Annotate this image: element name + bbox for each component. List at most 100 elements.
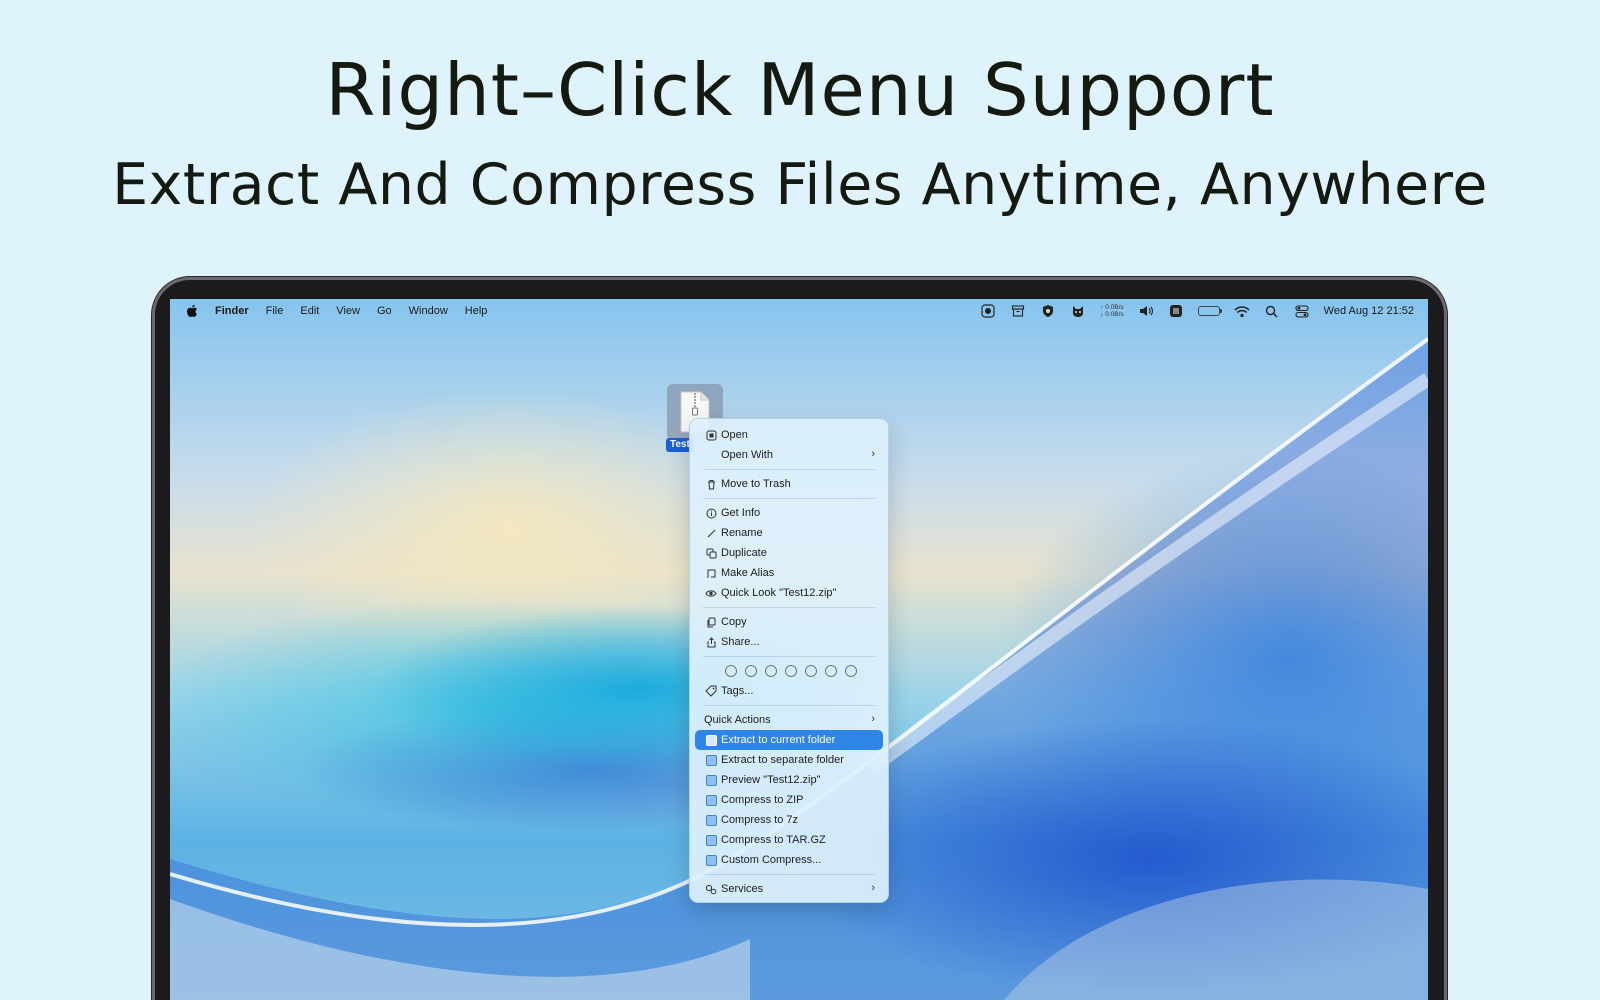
tag-dot[interactable]: [725, 665, 737, 677]
menu-file[interactable]: File: [266, 305, 284, 317]
menu-item-copy[interactable]: Copy: [695, 612, 883, 632]
menu-view[interactable]: View: [336, 305, 360, 317]
menu-finder[interactable]: Finder: [215, 305, 249, 317]
menu-item-open-with[interactable]: Open With ›: [695, 445, 883, 465]
chevron-right-icon: ›: [871, 713, 875, 725]
menu-item-extract-separate-folder[interactable]: Extract to separate folder: [695, 750, 883, 770]
menu-bar: Finder File Edit View Go Window Help ↑ 0…: [170, 299, 1428, 323]
screen-record-icon[interactable]: [980, 303, 996, 319]
menu-item-compress-zip[interactable]: Compress to ZIP: [695, 790, 883, 810]
menu-separator: [703, 607, 875, 608]
menu-item-share[interactable]: Share...: [695, 632, 883, 652]
network-speed: ↑ 0.0B/s ↓ 0.0B/s: [1100, 304, 1123, 318]
headline-title: Right–Click Menu Support: [325, 48, 1275, 132]
control-center-icon[interactable]: [1294, 303, 1310, 319]
gears-icon: [705, 883, 717, 895]
menu-help[interactable]: Help: [465, 305, 488, 317]
copy-icon: [705, 616, 717, 628]
menu-item-label: Custom Compress...: [721, 854, 822, 866]
tag-icon: [705, 685, 717, 697]
duplicate-icon: [705, 547, 717, 559]
shield-icon[interactable]: [1040, 303, 1056, 319]
menu-item-label: Preview "Test12.zip": [721, 774, 821, 786]
menu-item-label: Services: [721, 883, 764, 895]
battery-icon[interactable]: [1197, 306, 1222, 316]
alias-icon: [705, 567, 717, 579]
menu-item-duplicate[interactable]: Duplicate: [695, 543, 883, 563]
search-icon[interactable]: [1264, 303, 1280, 319]
volume-icon[interactable]: [1138, 303, 1154, 319]
menu-go[interactable]: Go: [377, 305, 392, 317]
tag-dot[interactable]: [805, 665, 817, 677]
menu-window[interactable]: Window: [409, 305, 448, 317]
menu-item-label: Get Info: [721, 507, 761, 519]
tag-dot[interactable]: [845, 665, 857, 677]
trash-icon: [705, 478, 717, 490]
menu-item-preview[interactable]: Preview "Test12.zip": [695, 770, 883, 790]
share-icon: [705, 636, 717, 648]
headline-subtitle: Extract And Compress Files Anytime, Anyw…: [112, 152, 1488, 218]
menu-item-move-to-trash[interactable]: Move to Trash: [695, 474, 883, 494]
menu-item-get-info[interactable]: Get Info: [695, 503, 883, 523]
menu-item-label: Move to Trash: [721, 478, 791, 490]
wifi-icon[interactable]: [1234, 303, 1250, 319]
menu-item-label: Tags...: [721, 685, 754, 697]
menu-separator: [703, 656, 875, 657]
menu-separator: [703, 874, 875, 875]
tag-dot[interactable]: [765, 665, 777, 677]
app-tray-icon[interactable]: [1168, 303, 1184, 319]
net-down-speed: ↓ 0.0B/s: [1100, 311, 1124, 318]
menu-item-tags[interactable]: Tags...: [695, 681, 883, 701]
menu-separator: [703, 498, 875, 499]
context-menu: Open Open With › Move to Trash Get Info …: [689, 418, 889, 903]
menu-edit[interactable]: Edit: [300, 305, 319, 317]
laptop-frame: Finder File Edit View Go Window Help ↑ 0…: [152, 277, 1447, 1000]
menu-item-label: Duplicate: [721, 547, 767, 559]
tag-dot[interactable]: [825, 665, 837, 677]
desktop-screen: Finder File Edit View Go Window Help ↑ 0…: [170, 299, 1428, 1000]
menu-separator: [703, 469, 875, 470]
archive-icon[interactable]: [1010, 303, 1026, 319]
tag-dot[interactable]: [785, 665, 797, 677]
menu-item-label: Share...: [721, 636, 760, 648]
menu-item-quick-look[interactable]: Quick Look "Test12.zip": [695, 583, 883, 603]
menu-item-label: Compress to ZIP: [721, 794, 804, 806]
eye-icon: [705, 587, 717, 599]
menu-item-label: Extract to current folder: [721, 734, 836, 746]
menu-item-label: Compress to 7z: [721, 814, 799, 826]
menu-item-label: Open With: [721, 449, 773, 461]
archive-action-icon: [705, 834, 717, 846]
menu-item-compress-targz[interactable]: Compress to TAR.GZ: [695, 830, 883, 850]
menu-item-compress-7z[interactable]: Compress to 7z: [695, 810, 883, 830]
tag-colors-row: [695, 661, 883, 681]
menu-item-label: Copy: [721, 616, 747, 628]
menu-item-quick-actions[interactable]: Quick Actions ›: [695, 710, 883, 730]
archive-action-icon: [705, 754, 717, 766]
archive-action-icon: [705, 794, 717, 806]
menu-item-make-alias[interactable]: Make Alias: [695, 563, 883, 583]
menu-item-extract-current-folder[interactable]: Extract to current folder: [695, 730, 883, 750]
cat-icon[interactable]: [1070, 303, 1086, 319]
menu-item-label: Extract to separate folder: [721, 754, 844, 766]
archive-action-icon: [705, 814, 717, 826]
pencil-icon: [705, 527, 717, 539]
menu-item-open[interactable]: Open: [695, 425, 883, 445]
menu-separator: [703, 705, 875, 706]
menu-item-custom-compress[interactable]: Custom Compress...: [695, 850, 883, 870]
menu-item-label: Compress to TAR.GZ: [721, 834, 826, 846]
menu-item-label: Make Alias: [721, 567, 775, 579]
chevron-right-icon: ›: [871, 882, 875, 894]
menu-item-rename[interactable]: Rename: [695, 523, 883, 543]
menu-item-services[interactable]: Services ›: [695, 879, 883, 899]
archive-action-icon: [705, 734, 717, 746]
apple-icon[interactable]: [186, 304, 198, 318]
menubar-clock[interactable]: Wed Aug 12 21:52: [1324, 305, 1414, 317]
info-icon: [705, 507, 717, 519]
net-up-speed: ↑ 0.0B/s: [1100, 304, 1124, 311]
open-icon: [705, 429, 717, 441]
archive-action-icon: [705, 854, 717, 866]
tag-dot[interactable]: [745, 665, 757, 677]
archive-action-icon: [705, 774, 717, 786]
menu-item-label: Rename: [721, 527, 763, 539]
menu-item-label: Open: [721, 429, 748, 441]
